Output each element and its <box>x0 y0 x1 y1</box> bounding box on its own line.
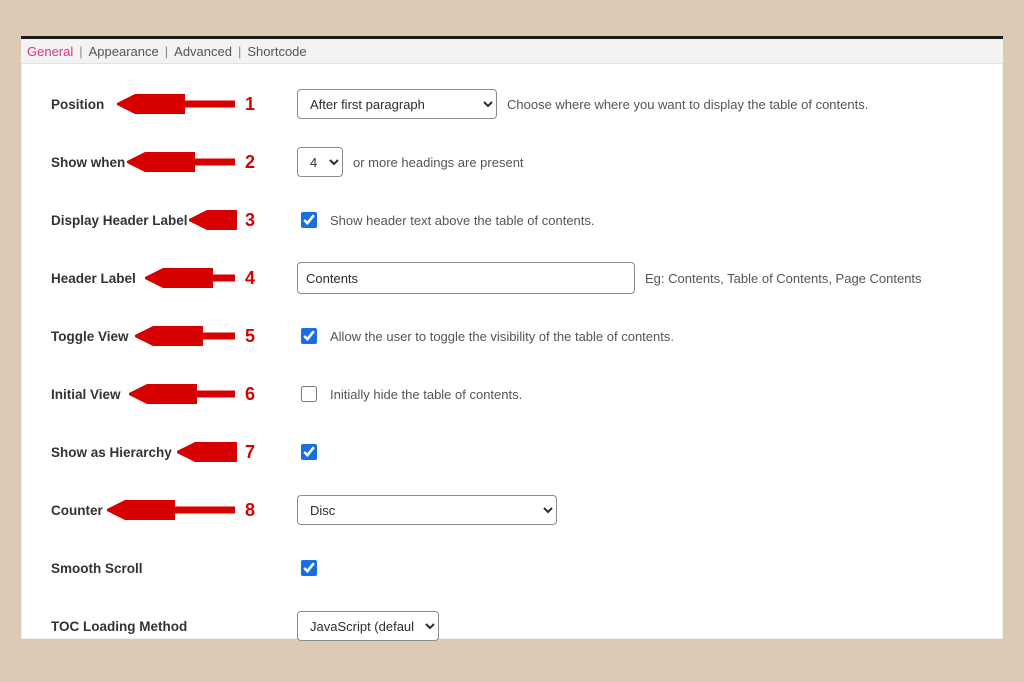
initial-view-hint: Initially hide the table of contents. <box>330 387 522 402</box>
row-show-when: Show when 2 4 or more headings are prese… <box>21 144 1003 180</box>
toggle-view-checkbox[interactable] <box>301 328 317 344</box>
tab-separator: | <box>79 44 82 59</box>
annotation-number: 3 <box>245 210 255 231</box>
tab-separator: | <box>238 44 241 59</box>
tab-appearance[interactable]: Appearance <box>89 44 159 59</box>
label-position: Position 1 <box>21 97 297 112</box>
annotation-arrow-3: 3 <box>189 210 255 230</box>
row-header-label: Header Label 4 Eg: Contents, Table of Co… <box>21 260 1003 296</box>
label-loading-method: TOC Loading Method <box>21 619 297 634</box>
display-header-label-hint: Show header text above the table of cont… <box>330 213 595 228</box>
label-toggle-view: Toggle View 5 <box>21 329 297 344</box>
smooth-scroll-checkbox[interactable] <box>301 560 317 576</box>
annotation-arrow-6: 6 <box>129 384 255 404</box>
annotation-number: 1 <box>245 94 255 115</box>
annotation-arrow-4: 4 <box>145 268 255 288</box>
annotation-arrow-2: 2 <box>127 152 255 172</box>
show-when-hint: or more headings are present <box>353 155 524 170</box>
annotation-number: 5 <box>245 326 255 347</box>
label-header-label: Header Label 4 <box>21 271 297 286</box>
display-header-label-checkbox[interactable] <box>301 212 317 228</box>
row-hierarchy: Show as Hierarchy 7 <box>21 434 1003 470</box>
label-initial-view: Initial View 6 <box>21 387 297 402</box>
annotation-arrow-7: 7 <box>177 442 255 462</box>
label-smooth-scroll: Smooth Scroll <box>21 561 297 576</box>
tab-separator: | <box>165 44 168 59</box>
row-display-header-label: Display Header Label 3 Show header text … <box>21 202 1003 238</box>
initial-view-checkbox[interactable] <box>301 386 317 402</box>
label-hierarchy: Show as Hierarchy 7 <box>21 445 297 460</box>
settings-panel: General | Appearance | Advanced | Shortc… <box>21 36 1003 639</box>
header-label-input[interactable] <box>297 262 635 294</box>
row-position: Position 1 After first paragraph Choose … <box>21 86 1003 122</box>
position-hint: Choose where where you want to display t… <box>507 97 868 112</box>
label-show-when: Show when 2 <box>21 155 297 170</box>
annotation-arrow-8: 8 <box>107 500 255 520</box>
row-toggle-view: Toggle View 5 Allow the user to toggle t… <box>21 318 1003 354</box>
settings-content: Position 1 After first paragraph Choose … <box>21 66 1003 639</box>
label-display-header-label: Display Header Label 3 <box>21 213 297 228</box>
row-counter: Counter 8 Disc <box>21 492 1003 528</box>
tab-general[interactable]: General <box>27 44 73 59</box>
annotation-number: 6 <box>245 384 255 405</box>
annotation-number: 2 <box>245 152 255 173</box>
tab-bar: General | Appearance | Advanced | Shortc… <box>21 39 1003 64</box>
row-initial-view: Initial View 6 Initially hide the table … <box>21 376 1003 412</box>
header-label-hint: Eg: Contents, Table of Contents, Page Co… <box>645 271 922 286</box>
loading-method-select[interactable]: JavaScript (default) <box>297 611 439 641</box>
annotation-number: 7 <box>245 442 255 463</box>
hierarchy-checkbox[interactable] <box>301 444 317 460</box>
annotation-number: 4 <box>245 268 255 289</box>
annotation-arrow-1: 1 <box>117 94 255 114</box>
toggle-view-hint: Allow the user to toggle the visibility … <box>330 329 674 344</box>
annotation-arrow-5: 5 <box>135 326 255 346</box>
counter-select[interactable]: Disc <box>297 495 557 525</box>
label-counter: Counter 8 <box>21 503 297 518</box>
tab-shortcode[interactable]: Shortcode <box>247 44 306 59</box>
position-select[interactable]: After first paragraph <box>297 89 497 119</box>
row-smooth-scroll: Smooth Scroll <box>21 550 1003 586</box>
tab-advanced[interactable]: Advanced <box>174 44 232 59</box>
row-loading-method: TOC Loading Method JavaScript (default) <box>21 608 1003 644</box>
show-when-select[interactable]: 4 <box>297 147 343 177</box>
annotation-number: 8 <box>245 500 255 521</box>
